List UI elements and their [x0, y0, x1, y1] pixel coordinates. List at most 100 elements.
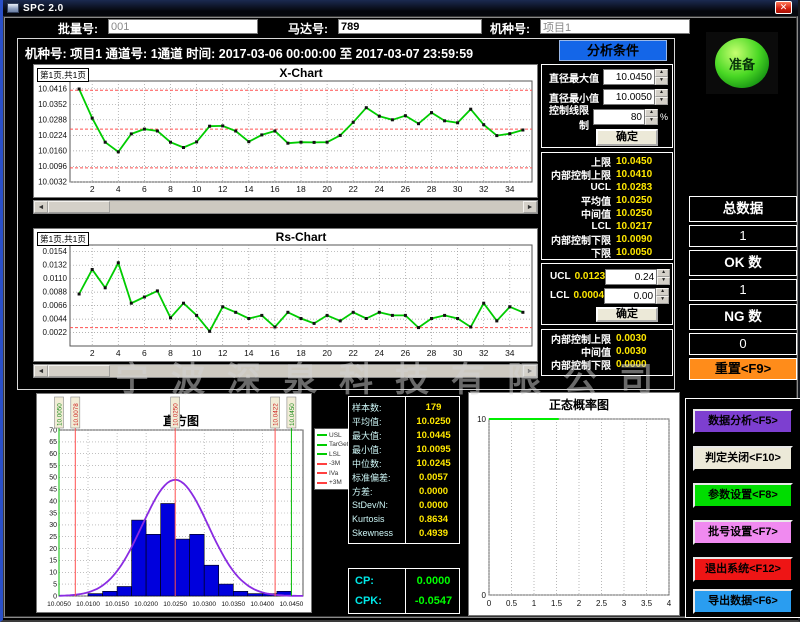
svg-text:30: 30	[453, 348, 463, 358]
app-icon	[7, 3, 19, 13]
spin-up-icon[interactable]: ▲	[656, 288, 669, 296]
svg-text:14: 14	[244, 348, 254, 358]
stat-row: 样本数: 179	[349, 400, 459, 414]
svg-text:10.0050: 10.0050	[57, 403, 64, 426]
rs-internal-panel: 内部控制上限 0.0030 中间值 0.0030 内部控制下限 0.0000	[541, 329, 673, 376]
svg-text:65: 65	[49, 439, 57, 446]
stat-row: 标准偏差: 0.0057	[349, 470, 459, 484]
svg-text:70: 70	[49, 427, 57, 434]
stat-row: 最小值: 10.0095	[349, 442, 459, 456]
svg-text:20: 20	[322, 348, 332, 358]
svg-text:10.0096: 10.0096	[38, 162, 67, 171]
close-button[interactable]: ✕	[775, 1, 792, 14]
batch-settings-button[interactable]: 批号设置<F7>	[693, 520, 793, 545]
dia-max-value[interactable]: 10.0450	[603, 69, 655, 85]
spin-down-icon[interactable]: ▼	[655, 97, 668, 105]
rschart-hscrollbar[interactable]: ◄ ►	[33, 364, 538, 378]
model-input[interactable]	[540, 19, 690, 34]
model-label: 机种号:	[490, 20, 530, 37]
svg-text:16: 16	[270, 348, 280, 358]
svg-text:6: 6	[142, 348, 147, 358]
svg-text:10.0100: 10.0100	[76, 601, 100, 608]
analyze-conditions-button[interactable]: 分析条件	[559, 40, 667, 61]
cpk-label: CPK:	[349, 595, 403, 607]
scrollbar-thumb[interactable]	[48, 365, 110, 377]
spin-down-icon[interactable]: ▼	[657, 277, 670, 285]
xchart-hscrollbar[interactable]: ◄ ►	[33, 200, 538, 214]
svg-text:10.0160: 10.0160	[38, 146, 67, 155]
dia-max-spinner[interactable]: 10.0450 ▲▼	[603, 69, 668, 85]
cp-value: 0.0000	[408, 575, 459, 587]
dia-min-spinner[interactable]: 10.0050 ▲▼	[603, 89, 668, 105]
rs-ucl-value: 0.0123	[575, 271, 606, 282]
svg-text:26: 26	[401, 184, 411, 194]
limit-row: 中间值 10.0250	[546, 207, 668, 220]
action-buttons-panel: 数据分析<F5> 判定关闭<F10> 参数设置<F8> 批号设置<F7> 退出系…	[685, 398, 800, 618]
svg-text:45: 45	[49, 487, 57, 494]
dia-min-value[interactable]: 10.0050	[603, 89, 655, 105]
diameter-confirm-button[interactable]: 确定	[596, 129, 658, 146]
rs-ucl-spinner[interactable]: 0.24 ▲▼	[605, 269, 670, 285]
svg-text:10.0050: 10.0050	[47, 601, 71, 608]
scroll-right-icon[interactable]: ►	[523, 365, 537, 377]
svg-text:1: 1	[532, 599, 537, 608]
svg-text:10.0250: 10.0250	[173, 403, 180, 426]
data-analysis-button[interactable]: 数据分析<F5>	[693, 409, 793, 434]
xchart-limits-panel: 上限 10.0450 内部控制上限 10.0410 UCL 10.0283 平均…	[541, 152, 673, 260]
scroll-left-icon[interactable]: ◄	[34, 365, 48, 377]
ctrl-limit-label: 控制线限制	[546, 102, 589, 132]
svg-text:14: 14	[244, 184, 254, 194]
rs-internal-row: 内部控制下限 0.0000	[546, 358, 668, 371]
svg-text:50: 50	[49, 475, 57, 482]
spin-down-icon[interactable]: ▼	[655, 77, 668, 85]
scroll-left-icon[interactable]: ◄	[34, 201, 48, 213]
spin-down-icon[interactable]: ▼	[645, 117, 658, 125]
ctrl-limit-value[interactable]: 80	[593, 109, 645, 125]
ready-button[interactable]: 准备	[715, 38, 769, 88]
exit-system-button[interactable]: 退出系统<F12>	[693, 557, 793, 582]
spin-up-icon[interactable]: ▲	[655, 69, 668, 77]
svg-text:35: 35	[49, 510, 57, 517]
svg-text:X-Chart: X-Chart	[279, 66, 322, 80]
svg-text:10: 10	[49, 570, 57, 577]
rschart-page-label: 第1页,共1页	[37, 232, 89, 246]
svg-text:10: 10	[192, 348, 202, 358]
svg-text:0.0044: 0.0044	[43, 315, 68, 324]
export-data-button[interactable]: 导出数据<F6>	[693, 589, 793, 614]
svg-text:10.0150: 10.0150	[105, 601, 129, 608]
scroll-right-icon[interactable]: ►	[523, 201, 537, 213]
judge-close-button[interactable]: 判定关闭<F10>	[693, 446, 793, 471]
svg-text:30: 30	[453, 184, 463, 194]
ok-count-label: OK 数	[689, 250, 797, 276]
reset-button[interactable]: 重置<F9>	[689, 358, 797, 380]
scrollbar-thumb[interactable]	[48, 201, 110, 213]
svg-text:20: 20	[322, 184, 332, 194]
rs-lcl-label: LCL	[550, 290, 569, 301]
window-title: SPC 2.0	[23, 3, 64, 14]
ctrl-limit-spinner[interactable]: 80 ▲▼	[593, 109, 658, 125]
batch-label: 批量号:	[58, 20, 98, 37]
motor-input[interactable]	[338, 19, 482, 34]
dia-max-label: 直径最大值	[546, 70, 599, 85]
svg-text:0.0066: 0.0066	[43, 301, 68, 310]
spin-up-icon[interactable]: ▲	[645, 109, 658, 117]
percent-unit: %	[660, 112, 668, 122]
svg-text:40: 40	[49, 498, 57, 505]
batch-input[interactable]	[108, 19, 258, 34]
svg-text:12: 12	[218, 184, 228, 194]
svg-text:24: 24	[375, 348, 385, 358]
stat-row: 方差: 0.0000	[349, 484, 459, 498]
svg-text:2: 2	[90, 184, 95, 194]
rs-lcl-spinner[interactable]: 0.00 ▲▼	[604, 288, 669, 304]
spin-up-icon[interactable]: ▲	[655, 89, 668, 97]
svg-text:4: 4	[667, 599, 672, 608]
spin-up-icon[interactable]: ▲	[657, 269, 670, 277]
ng-count-label: NG 数	[689, 304, 797, 330]
rs-confirm-button[interactable]: 确定	[596, 307, 658, 322]
param-settings-button[interactable]: 参数设置<F8>	[693, 483, 793, 508]
channel-info: 机种号: 项目1 通道号: 1通道 时间: 2017-03-06 00:00:0…	[25, 43, 473, 62]
svg-text:0.0022: 0.0022	[43, 328, 68, 337]
spin-down-icon[interactable]: ▼	[656, 296, 669, 304]
svg-text:0: 0	[487, 599, 492, 608]
svg-text:34: 34	[505, 348, 515, 358]
